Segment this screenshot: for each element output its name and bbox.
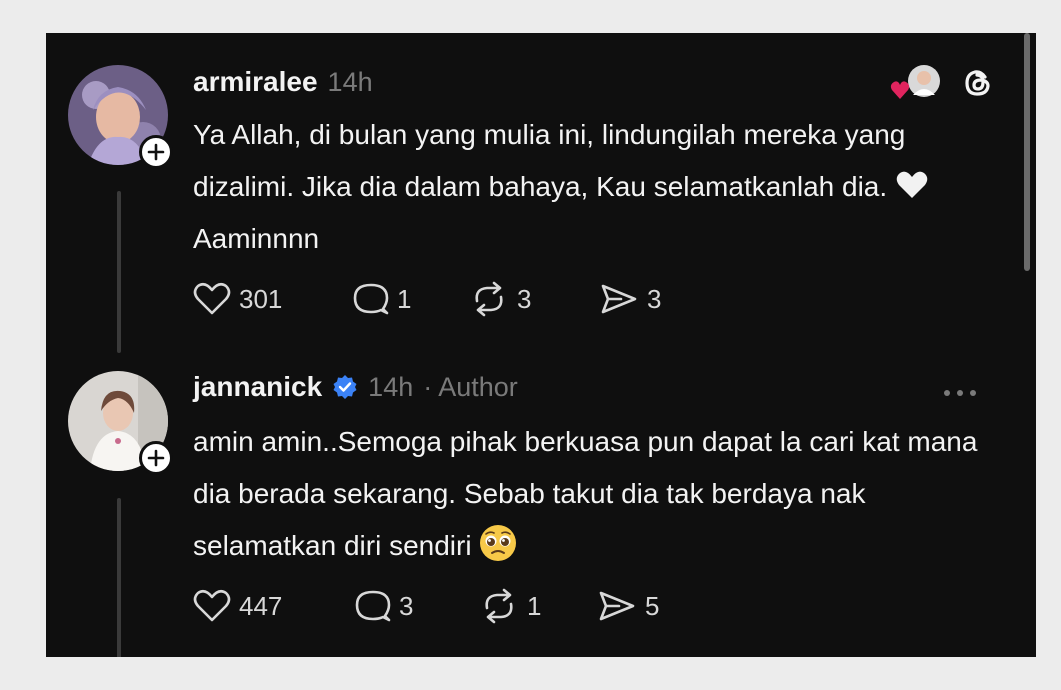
username[interactable]: jannanick bbox=[193, 371, 322, 403]
repost-count: 1 bbox=[527, 590, 542, 621]
post-text: Ya Allah, di bulan yang mulia ini, lindu… bbox=[193, 109, 1013, 265]
scrollbar[interactable] bbox=[1024, 33, 1030, 271]
repost-button[interactable]: 1 bbox=[479, 588, 597, 624]
threads-logo-icon[interactable] bbox=[961, 66, 995, 100]
share-icon bbox=[599, 591, 635, 621]
reply-count: 3 bbox=[399, 590, 414, 621]
like-button[interactable]: 301 bbox=[193, 282, 351, 316]
liked-by-author-icon bbox=[888, 63, 944, 103]
share-button[interactable]: 5 bbox=[597, 589, 659, 623]
follow-button[interactable] bbox=[139, 135, 173, 169]
post-actions: 301 1 3 3 bbox=[193, 281, 661, 317]
follow-button[interactable] bbox=[139, 441, 173, 475]
share-count: 3 bbox=[647, 283, 662, 314]
post-text-tail: Aaminnnn bbox=[193, 223, 320, 254]
post-text: amin amin..Semoga pihak berkuasa pun dap… bbox=[193, 416, 1013, 572]
verified-badge-icon bbox=[333, 375, 357, 399]
post-text-main: Ya Allah, di bulan yang mulia ini, lindu… bbox=[193, 119, 906, 202]
add-follow-icon bbox=[147, 143, 165, 161]
post-actions: 447 3 1 5 bbox=[193, 588, 659, 624]
share-icon bbox=[601, 284, 637, 314]
more-options-icon[interactable] bbox=[944, 390, 976, 396]
like-count: 301 bbox=[239, 283, 283, 314]
pleading-face-icon bbox=[479, 525, 516, 561]
repost-icon bbox=[475, 281, 503, 317]
reply-count: 1 bbox=[397, 283, 412, 314]
heart-icon bbox=[193, 282, 231, 315]
post-header: armiralee 14h bbox=[193, 66, 373, 98]
post-header: jannanick 14h · Author bbox=[193, 371, 518, 403]
repost-count: 3 bbox=[517, 283, 532, 314]
threads-conversation: armiralee 14h Ya Allah, di bulan yang mu… bbox=[46, 33, 1036, 657]
post-text-main: amin amin..Semoga pihak berkuasa pun dap… bbox=[193, 426, 978, 561]
white-heart-icon bbox=[896, 171, 928, 198]
reply-button[interactable]: 1 bbox=[351, 281, 469, 317]
timestamp: 14h bbox=[368, 372, 414, 402]
add-follow-icon bbox=[147, 449, 165, 467]
heart-icon bbox=[193, 589, 231, 622]
author-label: · Author bbox=[423, 372, 518, 402]
repost-icon bbox=[485, 588, 513, 624]
share-count: 5 bbox=[645, 590, 660, 621]
reply-icon bbox=[355, 590, 391, 622]
share-button[interactable]: 3 bbox=[599, 282, 661, 316]
like-button[interactable]: 447 bbox=[193, 589, 353, 623]
thread-line bbox=[117, 191, 121, 353]
timestamp: 14h bbox=[327, 67, 373, 97]
repost-button[interactable]: 3 bbox=[469, 281, 599, 317]
reply-icon bbox=[353, 283, 389, 315]
like-count: 447 bbox=[239, 590, 283, 621]
reply-button[interactable]: 3 bbox=[353, 588, 479, 624]
thread-line bbox=[117, 498, 121, 657]
username[interactable]: armiralee bbox=[193, 66, 318, 98]
